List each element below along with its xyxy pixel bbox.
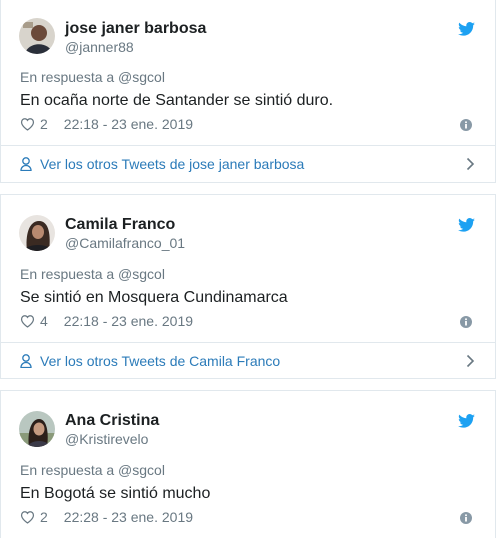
tweet-card: Camila Franco @Camilafranco_01 En respue… (0, 194, 496, 379)
reply-to-label[interactable]: En respuesta a @sgcol (20, 69, 165, 85)
tweet-timestamp[interactable]: 22:28 - 23 ene. 2019 (64, 509, 193, 525)
tweet-text: En Bogotá se sintió mucho (20, 485, 211, 502)
like-count[interactable]: 2 (40, 509, 48, 525)
author-handle[interactable]: @Kristirevelo (65, 431, 148, 447)
reply-to-label[interactable]: En respuesta a @sgcol (20, 462, 165, 478)
tweet-card: jose janer barbosa @janner88 En respuest… (0, 0, 496, 183)
author-name[interactable]: Camila Franco (65, 216, 175, 234)
info-icon[interactable] (460, 119, 472, 131)
like-count[interactable]: 2 (40, 116, 48, 132)
author-name[interactable]: Ana Cristina (65, 412, 159, 430)
tweet-card: Ana Cristina @Kristirevelo En respuesta … (0, 390, 496, 538)
more-tweets-label: Ver los otros Tweets de jose janer barbo… (40, 156, 305, 172)
tweet-meta: 2 22:18 - 23 ene. 2019 (20, 116, 193, 132)
person-icon (20, 157, 32, 171)
person-icon (20, 354, 32, 368)
heart-icon[interactable] (20, 117, 35, 131)
avatar[interactable] (19, 411, 55, 447)
more-tweets-link[interactable]: Ver los otros Tweets de jose janer barbo… (20, 146, 475, 182)
info-icon[interactable] (460, 512, 472, 524)
tweet-timestamp[interactable]: 22:18 - 23 ene. 2019 (64, 313, 193, 329)
chevron-right-icon (466, 157, 475, 171)
like-count[interactable]: 4 (40, 313, 48, 329)
twitter-bird-icon[interactable] (458, 218, 475, 232)
more-tweets-label: Ver los otros Tweets de Camila Franco (40, 353, 281, 369)
tweet-meta: 2 22:28 - 23 ene. 2019 (20, 509, 193, 525)
tweet-text: En ocaña norte de Santander se sintió du… (20, 92, 334, 109)
twitter-bird-icon[interactable] (458, 22, 475, 36)
heart-icon[interactable] (20, 510, 35, 524)
author-name[interactable]: jose janer barbosa (65, 20, 206, 38)
twitter-bird-icon[interactable] (458, 414, 475, 428)
more-tweets-link[interactable]: Ver los otros Tweets de Camila Franco (20, 343, 475, 379)
tweet-text: Se sintió en Mosquera Cundinamarca (20, 289, 288, 306)
tweet-timestamp[interactable]: 22:18 - 23 ene. 2019 (64, 116, 193, 132)
avatar[interactable] (19, 215, 55, 251)
tweet-meta: 4 22:18 - 23 ene. 2019 (20, 313, 193, 329)
author-handle[interactable]: @Camilafranco_01 (65, 235, 185, 251)
chevron-right-icon (466, 354, 475, 368)
avatar[interactable] (19, 18, 55, 54)
author-handle[interactable]: @janner88 (65, 39, 134, 55)
info-icon[interactable] (460, 316, 472, 328)
reply-to-label[interactable]: En respuesta a @sgcol (20, 266, 165, 282)
heart-icon[interactable] (20, 314, 35, 328)
